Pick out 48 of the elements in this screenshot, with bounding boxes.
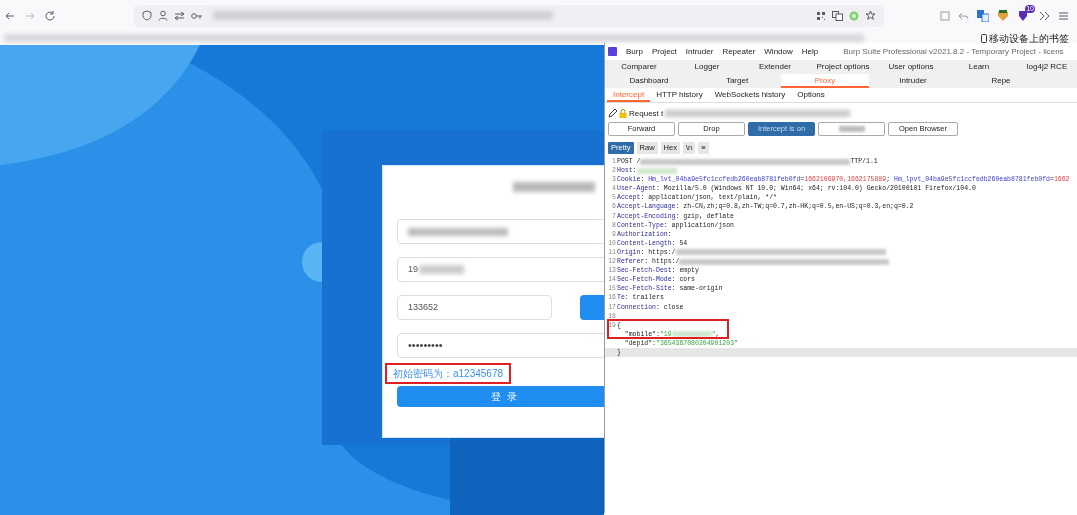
window-title: Burp Suite Professional v2021.8.2 - Temporary Project - licens: [843, 45, 1064, 58]
burp-logo-icon: [608, 47, 617, 56]
blurred-redaction: [671, 331, 712, 338]
reload-icon[interactable]: [44, 9, 56, 22]
button[interactable]: [818, 122, 885, 136]
password-hint: 初始密码为：a12345678: [385, 363, 512, 384]
translate-icon[interactable]: [977, 9, 989, 22]
input-field[interactable]: •••••••••: [397, 333, 604, 358]
phone-icon[interactable]: [981, 33, 987, 43]
tab[interactable]: Dashboard: [605, 74, 693, 88]
tab[interactable]: Extender: [741, 60, 809, 74]
person-icon[interactable]: [158, 10, 168, 21]
tab[interactable]: Target: [693, 74, 781, 88]
tab[interactable]: Intruder: [869, 74, 957, 88]
shield-icon[interactable]: [142, 10, 152, 21]
input-field[interactable]: [397, 219, 604, 244]
qr-code-icon[interactable]: [816, 10, 826, 21]
menu-item[interactable]: Help: [801, 45, 819, 58]
extension-icon[interactable]: [1017, 10, 1029, 22]
menu-item[interactable]: Project: [651, 45, 677, 58]
undo-icon[interactable]: [958, 10, 969, 21]
menu-item[interactable]: Repeater: [722, 45, 756, 58]
input-field[interactable]: 19: [397, 257, 604, 282]
tab[interactable]: Options: [791, 88, 831, 102]
tab[interactable]: Learn: [945, 60, 1013, 74]
lock-icon: [619, 109, 627, 118]
menu-item[interactable]: Burp: [626, 45, 643, 58]
arrows-icon[interactable]: [174, 10, 185, 21]
bookmark-folder[interactable]: 移动设备上的书签: [989, 30, 1069, 46]
request-label: Request t: [629, 107, 664, 120]
menu-item[interactable]: Intruder: [685, 45, 714, 58]
extension-icon[interactable]: [997, 9, 1009, 22]
tab[interactable]: Logger: [673, 60, 741, 74]
pencil-icon[interactable]: [608, 109, 617, 118]
input-field[interactable]: 133652: [397, 295, 553, 320]
key-icon[interactable]: [191, 11, 203, 20]
tab[interactable]: Project options: [809, 60, 877, 74]
tab[interactable]: WebSockets history: [708, 88, 792, 102]
tab[interactable]: Comparer: [605, 60, 673, 74]
blurred-redaction: [636, 167, 677, 174]
chevrons-icon[interactable]: [1039, 10, 1050, 21]
translate-icon[interactable]: [832, 10, 843, 21]
tab[interactable]: log4j2 RCE: [1013, 60, 1077, 74]
menu-item[interactable]: Window: [764, 45, 793, 58]
tab[interactable]: Repe: [957, 74, 1045, 88]
tab[interactable]: User options: [877, 60, 945, 74]
star-icon[interactable]: [865, 10, 876, 21]
tab[interactable]: HTTP history: [650, 88, 709, 102]
